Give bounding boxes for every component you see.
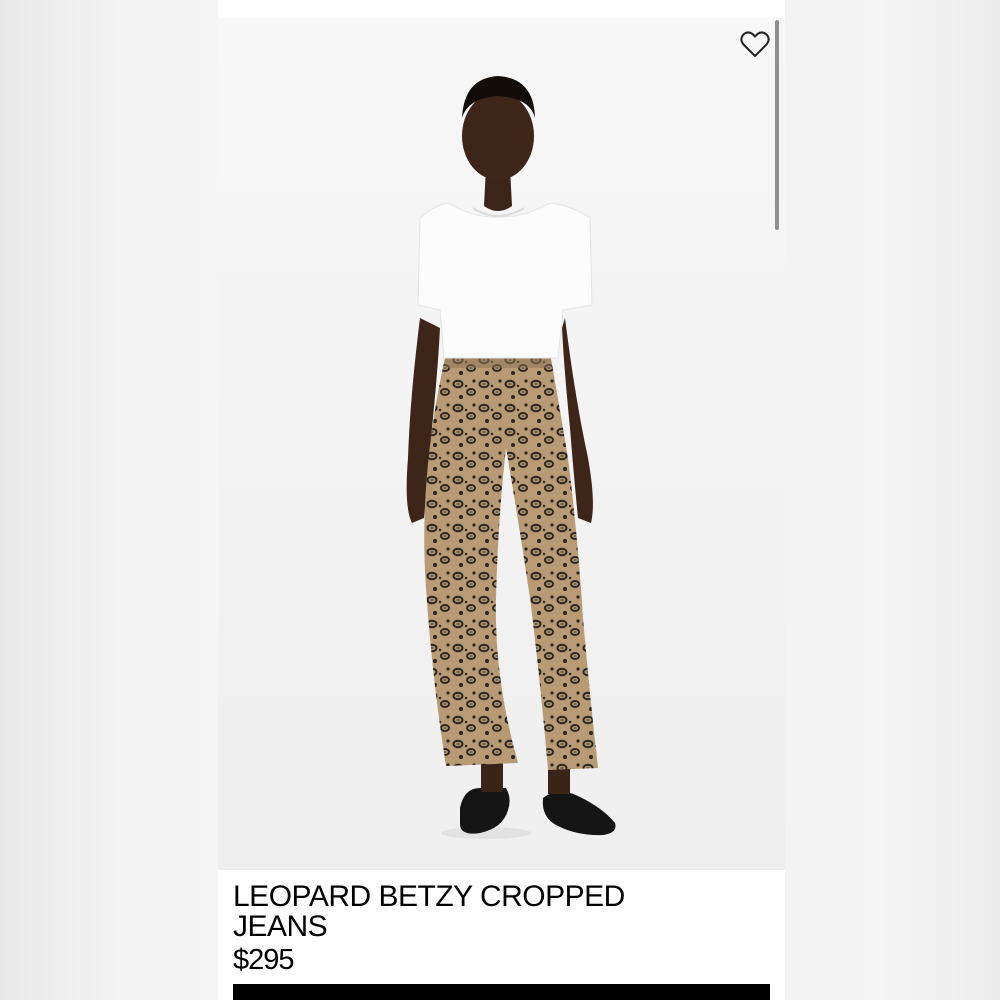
product-title-line-1: LEOPARD BETZY CROPPED	[233, 880, 625, 913]
scrollbar[interactable]	[775, 20, 779, 230]
product-screen: LEOPARD BETZY CROPPED JEANS $295	[218, 0, 785, 1000]
add-to-bag-bar[interactable]	[233, 984, 770, 1000]
product-photo-illustration	[218, 18, 785, 870]
product-title: LEOPARD BETZY CROPPED JEANS	[233, 882, 773, 942]
product-info: LEOPARD BETZY CROPPED JEANS $295	[233, 882, 773, 977]
product-image[interactable]	[218, 18, 785, 870]
favorite-button[interactable]	[739, 31, 771, 63]
product-price: $295	[233, 944, 295, 976]
product-title-line-2: JEANS	[233, 910, 328, 943]
heart-outline-icon	[740, 31, 770, 63]
